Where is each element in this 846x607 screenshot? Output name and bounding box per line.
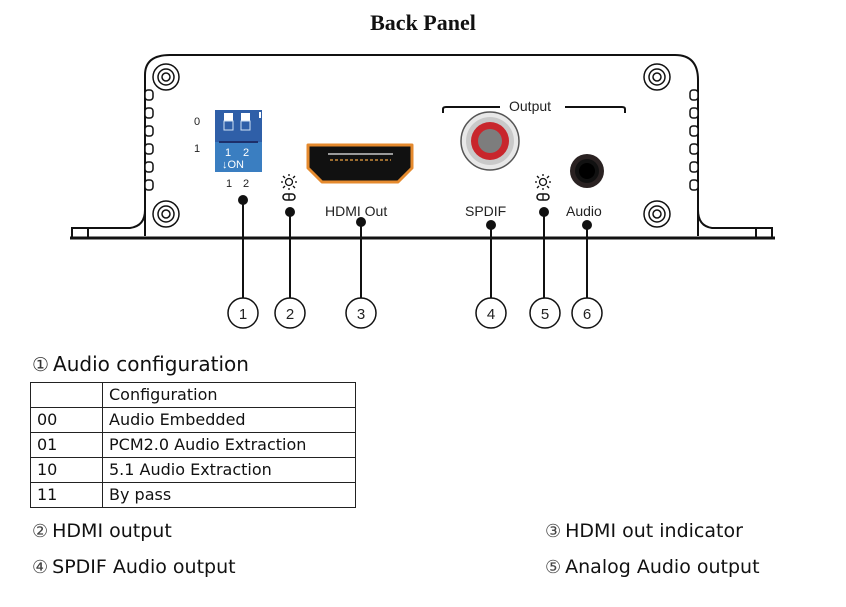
circled-number: ③	[545, 521, 562, 542]
callout-number: 3	[357, 306, 365, 323]
legend-label: HDMI out indicator	[565, 520, 743, 542]
callout-number: 6	[583, 306, 591, 323]
hdmi-out-label: HDMI Out	[325, 203, 387, 219]
circled-number: ④	[32, 557, 49, 578]
callout-1: 1	[227, 297, 259, 329]
table-row: 01 PCM2.0 Audio Extraction	[30, 432, 356, 458]
table-header-row: Configuration	[30, 382, 356, 408]
table-row: 00 Audio Embedded	[30, 407, 356, 433]
legend-item-hdmi-output: ② HDMI output	[32, 520, 172, 542]
callout-5: 5	[529, 297, 561, 329]
legend-label: HDMI output	[52, 520, 172, 542]
table-cell-code: 11	[30, 482, 103, 508]
callout-6: 6	[571, 297, 603, 329]
back-panel-drawing: 0 1 1 2 ↓ON 1 2 HDMI Out Output SPDIF Au…	[70, 54, 775, 329]
table-header-cell: Configuration	[102, 382, 356, 408]
dip-row-label-0: 0	[194, 116, 200, 128]
legend-label: Analog Audio output	[565, 556, 760, 578]
legend-item-spdif-audio-output: ④ SPDIF Audio output	[32, 556, 236, 578]
audio-config-title: Audio configuration	[53, 352, 249, 376]
dip-top-number-1: 1	[225, 147, 231, 159]
callout-2: 2	[274, 297, 306, 329]
audio-label: Audio	[566, 203, 602, 219]
hdmi-port	[306, 143, 414, 184]
legend-item-analog-audio-output: ⑤ Analog Audio output	[545, 556, 760, 578]
table-cell-config: Audio Embedded	[102, 407, 356, 433]
callout-number: 2	[286, 306, 294, 323]
callout-number: 5	[541, 306, 549, 323]
table-cell-config: 5.1 Audio Extraction	[102, 457, 356, 483]
audio-jack	[570, 154, 604, 188]
dip-bottom-number-2: 2	[243, 178, 249, 190]
circled-number: ②	[32, 521, 49, 542]
table-header-cell	[30, 382, 103, 408]
dip-bottom-number-1: 1	[226, 178, 232, 190]
table-row: 10 5.1 Audio Extraction	[30, 457, 356, 483]
circled-number: ⑤	[545, 557, 562, 578]
table-cell-config: By pass	[102, 482, 356, 508]
callout-number: 1	[239, 306, 247, 323]
callout-3: 3	[345, 297, 377, 329]
legend-label: SPDIF Audio output	[52, 556, 236, 578]
table-cell-code: 00	[30, 407, 103, 433]
legend-item-hdmi-out-indicator: ③ HDMI out indicator	[545, 520, 743, 542]
dip-on-label: ↓ON	[222, 159, 244, 171]
table-cell-config: PCM2.0 Audio Extraction	[102, 432, 356, 458]
callout-4: 4	[475, 297, 507, 329]
dip-row-label-1: 1	[194, 143, 200, 155]
table-cell-code: 10	[30, 457, 103, 483]
audio-config-table: Configuration 00 Audio Embedded 01 PCM2.…	[30, 382, 356, 508]
spdif-port	[460, 111, 520, 171]
circled-number: ①	[32, 354, 50, 376]
spdif-label: SPDIF	[465, 203, 506, 219]
audio-config-heading: ① Audio configuration	[32, 352, 249, 376]
callout-number: 4	[487, 306, 495, 323]
table-cell-code: 01	[30, 432, 103, 458]
dip-top-number-2: 2	[243, 147, 249, 159]
table-row: 11 By pass	[30, 482, 356, 508]
output-group-label: Output	[509, 98, 551, 114]
